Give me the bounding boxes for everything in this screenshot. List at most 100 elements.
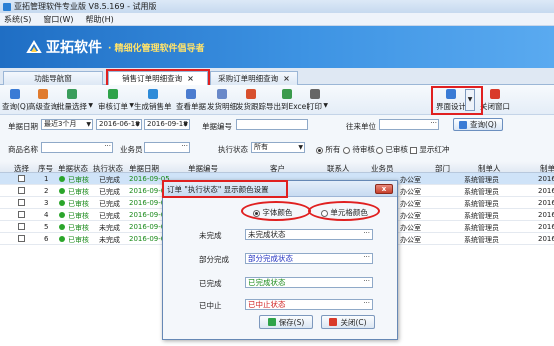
highlight-font-color [241, 201, 311, 221]
row-maker: 系统管理员 [464, 176, 499, 184]
date-label: 单据日期 [8, 122, 38, 131]
row-checkbox[interactable] [18, 199, 25, 206]
row-checkbox[interactable] [18, 187, 25, 194]
row-exec-status: 未完成 [99, 224, 120, 232]
checklist-icon [67, 89, 77, 99]
radio-pending[interactable]: 待审核 [343, 144, 375, 155]
row-exec-status: 已完成 [99, 212, 120, 220]
row-dept: 办公室 [400, 224, 421, 232]
status-dot-icon [59, 212, 65, 218]
date-range-select[interactable]: 最近3个月 ▼ [41, 119, 93, 130]
radio-all[interactable]: 所有 [316, 144, 340, 155]
date-from-value: 2016-06-18 [99, 120, 140, 128]
show-red-checkbox[interactable]: 显示红冲 [410, 144, 449, 155]
ellipsis-icon[interactable]: ··· [363, 299, 370, 308]
row-make-date: 2016- [538, 211, 554, 219]
row-number: 4 [44, 211, 49, 219]
row-status: 已审核 [68, 176, 89, 184]
row-checkbox[interactable] [18, 175, 25, 182]
ellipsis-icon[interactable]: ··· [363, 277, 370, 286]
status-dot-icon [59, 188, 65, 194]
exec-select[interactable]: 所有 ▼ [251, 142, 305, 153]
tab-close-icon[interactable]: × [283, 74, 290, 83]
field-partial-input[interactable]: 部分完成状态 ··· [245, 253, 373, 264]
radio-approved[interactable]: 已审核 [376, 144, 408, 155]
status-dot-icon [59, 236, 65, 242]
field-incomplete-input[interactable]: 未完成状态 ··· [245, 229, 373, 240]
approve-icon [108, 89, 118, 99]
staff-input[interactable]: ··· [144, 142, 190, 153]
menu-help[interactable]: 帮助(H) [85, 14, 113, 25]
filter-row-2: 商品名称 ··· 业务员 ··· 执行状态 所有 ▼ 所有 待审核 已审核 显示红… [0, 142, 554, 155]
row-status: 已审核 [68, 224, 89, 232]
doc-no-input[interactable] [236, 119, 308, 130]
ellipsis-icon[interactable]: ··· [363, 253, 370, 262]
view-doc-button[interactable]: 查看单据 [176, 87, 206, 113]
row-checkbox[interactable] [18, 211, 25, 218]
dialog-close-button[interactable]: x [375, 184, 393, 194]
row-maker: 系统管理员 [464, 236, 499, 244]
field-complete-input[interactable]: 已完成状态 ··· [245, 277, 373, 288]
list-icon [217, 89, 227, 99]
query-button[interactable]: 查询(Q) [453, 118, 503, 131]
grid-header: 选择 序号 单据状态 执行状态 单据日期 单据编号 客户 联系人 业务员 部门 制单人 制单 [0, 161, 554, 173]
chevron-down-icon[interactable]: ▼ [323, 102, 328, 109]
checkbox-icon [410, 146, 417, 154]
date-to-input[interactable]: 2016-09-18 ▼ [144, 119, 190, 130]
row-maker: 系统管理员 [464, 224, 499, 232]
row-number: 6 [44, 235, 49, 243]
product-input[interactable]: ··· [41, 142, 113, 153]
tab-purchase-order[interactable]: 采购订单明细查询 × [210, 71, 298, 85]
ellipsis-icon[interactable]: ··· [363, 229, 370, 238]
window-title: 亚拓管理软件专业版 V8.5.169 - 试用版 [14, 2, 157, 11]
row-status: 已审核 [68, 236, 89, 244]
close-icon [490, 89, 500, 99]
radio-label: 所有 [325, 145, 341, 154]
menu-window[interactable]: 窗口(W) [43, 14, 73, 25]
menu-system[interactable]: 系统(S) [4, 14, 31, 25]
row-dept: 办公室 [400, 200, 421, 208]
field-partial-label: 部分完成 [199, 255, 229, 264]
unit-input[interactable]: ··· [379, 119, 439, 130]
shipping-track-button[interactable]: 发货跟踪 [236, 87, 266, 113]
field-aborted-input[interactable]: 已中止状态 ··· [245, 299, 373, 310]
chevron-down-icon[interactable]: ▼ [88, 102, 93, 109]
batch-select-button[interactable]: 批量选择 ▼ [57, 87, 93, 113]
row-checkbox[interactable] [18, 235, 25, 242]
row-maker: 系统管理员 [464, 212, 499, 220]
row-checkbox[interactable] [18, 223, 25, 230]
toolbar-label: 关闭窗口 [480, 102, 510, 111]
generate-sales-button[interactable]: 生成销售单 [134, 87, 172, 113]
row-number: 1 [44, 175, 49, 183]
shipping-detail-button[interactable]: 发货明细 [207, 87, 237, 113]
check-icon [267, 318, 276, 326]
export-excel-button[interactable]: 导出到Excel [266, 87, 308, 113]
staff-label: 业务员 [120, 145, 143, 154]
dialog-title-bar: 订单 "执行状态" 显示颜色设置 x [162, 180, 397, 198]
field-aborted-label: 已中止 [199, 301, 222, 310]
print-button[interactable]: 打印 ▼ [307, 87, 328, 113]
toolbar-label: 批量选择 [57, 102, 87, 111]
row-dept: 办公室 [400, 176, 421, 184]
tab-nav[interactable]: 功能导航窗 [3, 71, 103, 85]
cancel-button[interactable]: 关闭(C) [321, 315, 375, 329]
filter-panel: 单据日期 最近3个月 ▼ 2016-06-18 ▼ 2016-09-18 ▼ 单据编号… [0, 115, 554, 161]
save-button[interactable]: 保存(S) [259, 315, 313, 329]
toolbar-label: 打印 [307, 102, 322, 111]
advanced-query-button[interactable]: 高级查询 [28, 87, 58, 113]
approve-order-button[interactable]: 审核订单 ▼ [98, 87, 134, 113]
row-status: 已审核 [68, 212, 89, 220]
field-complete-label: 已完成 [199, 279, 222, 288]
toolbar-label: 生成销售单 [134, 102, 172, 111]
field-complete-value: 已完成状态 [248, 278, 286, 287]
toolbar-label: 查询(Q) [2, 102, 29, 111]
plus-icon [147, 89, 158, 99]
row-status: 已审核 [68, 200, 89, 208]
toolbar-label: 高级查询 [28, 102, 58, 111]
color-settings-dialog: 订单 "执行状态" 显示颜色设置 x 字体颜色 单元格颜色 未完成 未完成状态 ··… [162, 180, 398, 340]
row-dept: 办公室 [400, 236, 421, 244]
query-button[interactable]: 查询(Q) [2, 87, 29, 113]
row-exec-status: 已完成 [99, 176, 120, 184]
date-from-input[interactable]: 2016-06-18 ▼ [96, 119, 142, 130]
close-window-button[interactable]: 关闭窗口 [480, 87, 510, 113]
